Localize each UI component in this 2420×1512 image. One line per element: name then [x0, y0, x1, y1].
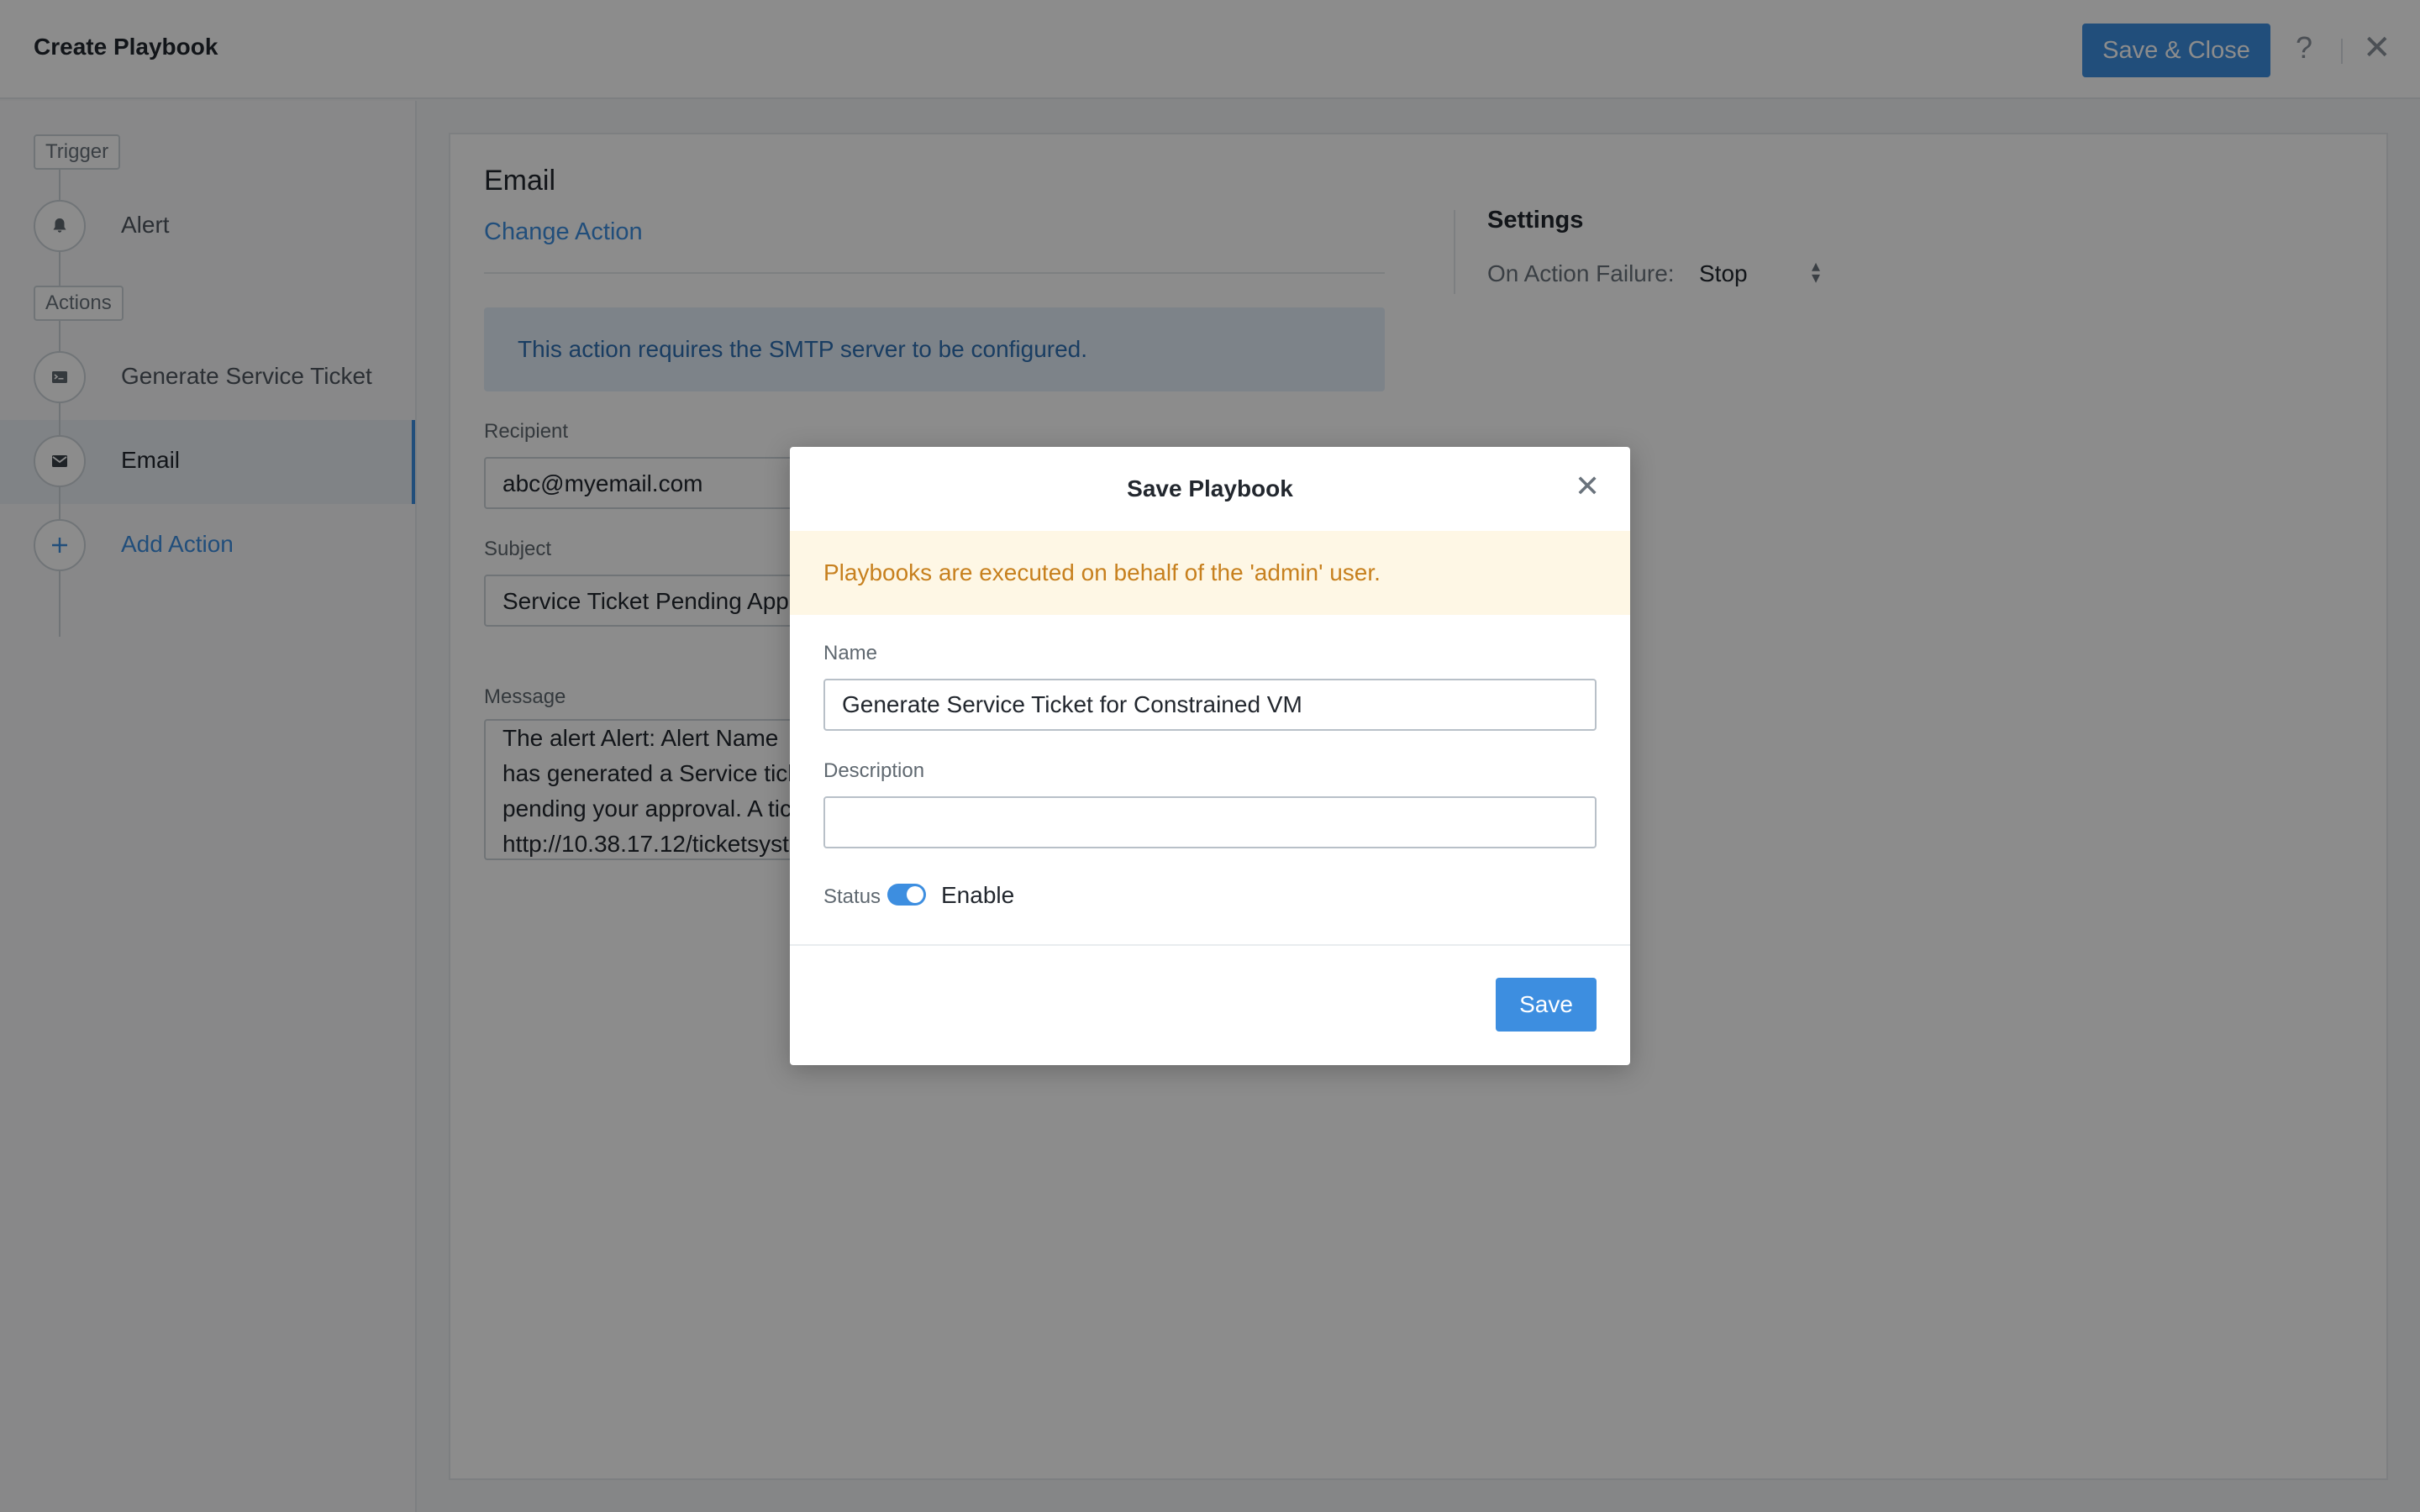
close-icon[interactable]: ✕ [1575, 469, 1600, 504]
admin-warning-banner: Playbooks are executed on behalf of the … [790, 531, 1630, 615]
dialog-footer-divider [790, 944, 1630, 946]
name-input[interactable] [823, 679, 1597, 731]
save-button[interactable]: Save [1496, 978, 1597, 1032]
save-playbook-dialog: Save Playbook ✕ Playbooks are executed o… [790, 447, 1630, 1065]
dialog-title: Save Playbook [1127, 475, 1293, 501]
status-value: Enable [941, 882, 1015, 908]
status-label: Status [823, 885, 881, 908]
toggle-knob [907, 886, 923, 903]
status-toggle[interactable] [887, 884, 926, 906]
description-label: Description [823, 759, 925, 782]
description-input[interactable] [823, 796, 1597, 848]
name-label: Name [823, 642, 878, 664]
